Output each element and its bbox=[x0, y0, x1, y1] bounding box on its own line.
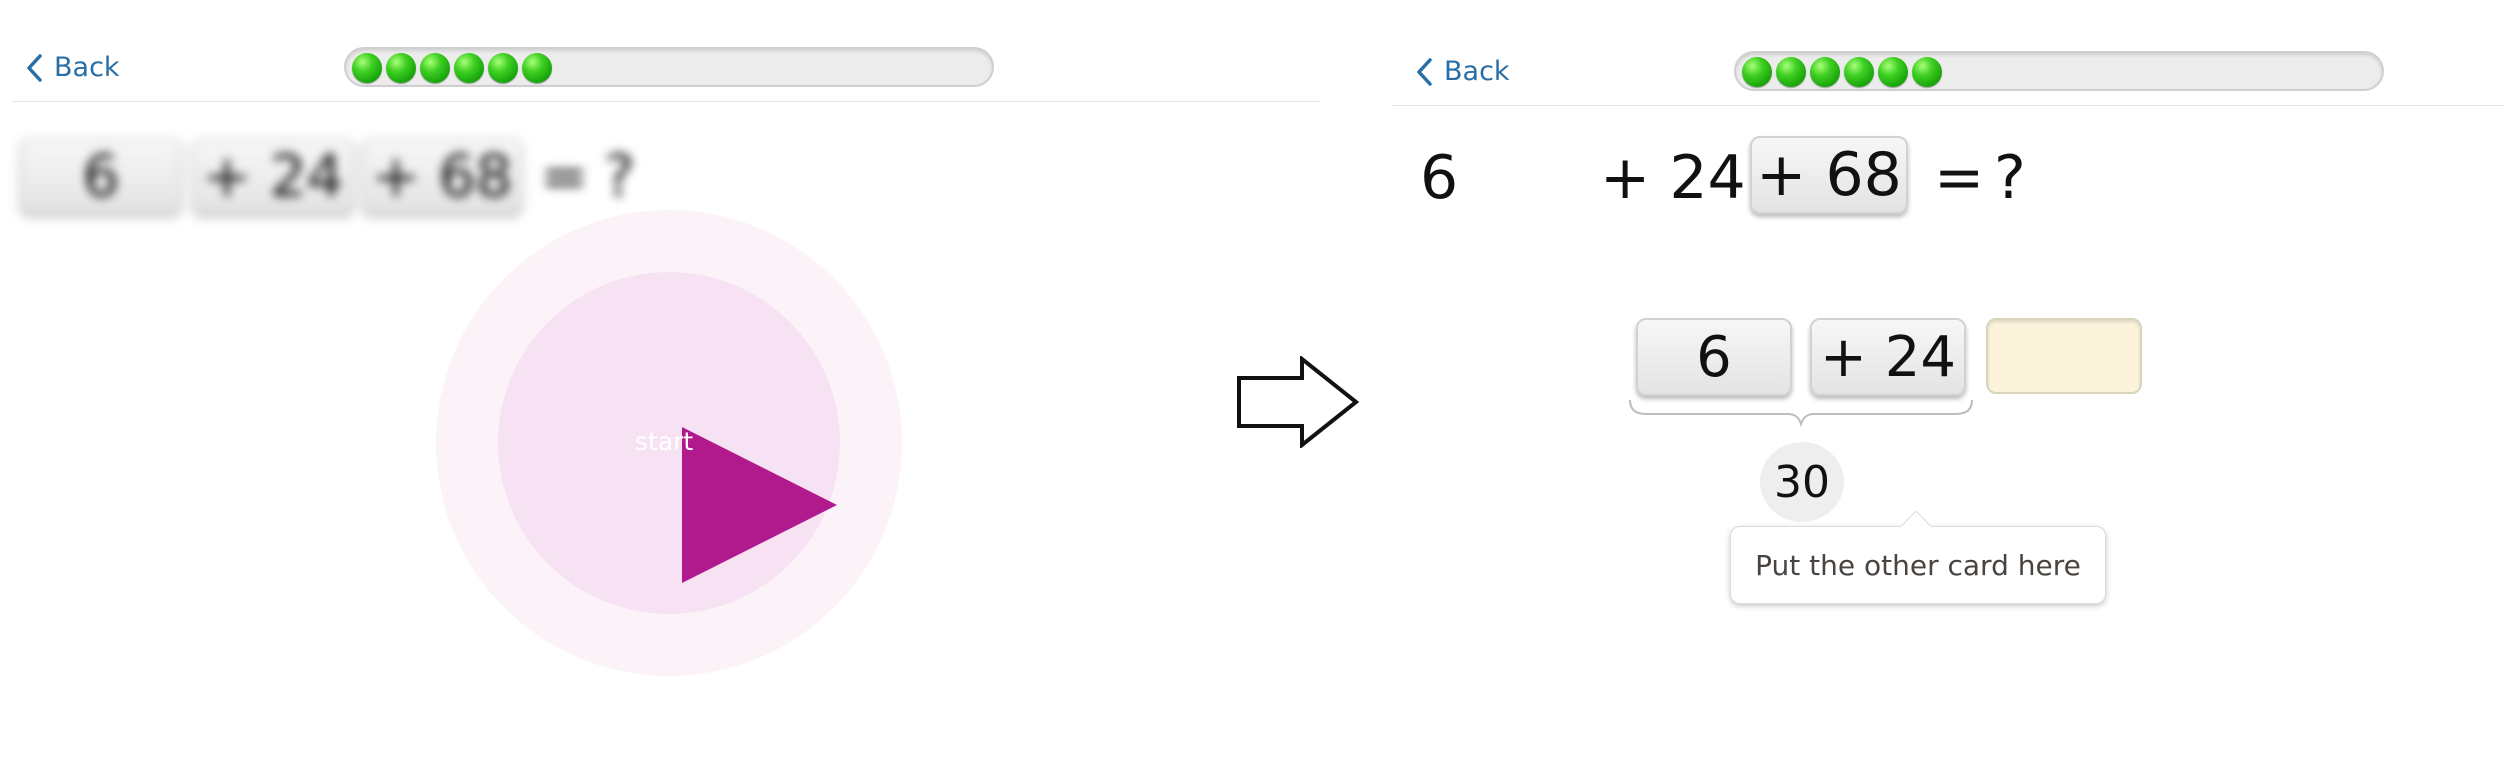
equation-card: + 68 bbox=[362, 138, 522, 214]
progress-dot bbox=[488, 53, 518, 83]
back-label: Back bbox=[54, 52, 120, 83]
progress-dot bbox=[352, 53, 382, 83]
hint-text: Put the other card here bbox=[1755, 548, 2081, 582]
play-icon bbox=[682, 427, 837, 583]
progress-dot bbox=[1742, 57, 1772, 87]
progress-dot bbox=[1878, 57, 1908, 87]
equals-sign: = bbox=[540, 142, 589, 210]
back-label: Back bbox=[1444, 56, 1510, 87]
partial-sum: 30 bbox=[1760, 442, 1844, 522]
progress-dots bbox=[1742, 57, 1942, 87]
equation-card[interactable]: + 68 bbox=[1750, 136, 1908, 214]
start-label: start bbox=[635, 427, 694, 456]
progress-bar bbox=[1734, 51, 2384, 91]
progress-dot bbox=[1776, 57, 1806, 87]
progress-dot bbox=[454, 53, 484, 83]
back-button[interactable]: Back bbox=[24, 52, 120, 83]
top-bar: Back bbox=[12, 30, 1320, 102]
chevron-left-icon bbox=[1417, 57, 1432, 86]
unknown-mark: ? bbox=[604, 142, 635, 210]
after-screen: Back 6 + 24 + 68 = ? 6 + 24 30 Put the o… bbox=[1392, 0, 2504, 774]
progress-bar bbox=[344, 47, 994, 87]
workspace-card[interactable]: + 24 bbox=[1810, 318, 1966, 396]
progress-dot bbox=[1912, 57, 1942, 87]
equation-card: + 24 bbox=[192, 138, 354, 214]
progress-dot bbox=[1844, 57, 1874, 87]
grouping-brace bbox=[1629, 399, 1973, 428]
chevron-left-icon bbox=[27, 53, 42, 82]
progress-dots bbox=[352, 53, 552, 83]
hint-tooltip: Put the other card here bbox=[1730, 510, 2106, 604]
progress-dot bbox=[522, 53, 552, 83]
equation-term: 6 bbox=[1420, 143, 1459, 213]
unknown-mark: ? bbox=[1994, 143, 2026, 213]
progress-dot bbox=[1810, 57, 1840, 87]
top-bar: Back bbox=[1392, 34, 2504, 106]
tooltip-notch bbox=[1900, 510, 1932, 542]
progress-dot bbox=[386, 53, 416, 83]
equals-sign: = bbox=[1934, 143, 1985, 213]
progress-dot bbox=[420, 53, 450, 83]
before-screen: Back 6 + 24 + 68 = ? start bbox=[0, 0, 1320, 774]
back-button[interactable]: Back bbox=[1414, 56, 1510, 87]
drop-slot[interactable] bbox=[1986, 318, 2142, 394]
equation-term: + 24 bbox=[1600, 143, 1746, 213]
equation-card: 6 bbox=[20, 138, 182, 214]
right-arrow-icon bbox=[1237, 356, 1360, 448]
workspace-card[interactable]: 6 bbox=[1636, 318, 1792, 396]
